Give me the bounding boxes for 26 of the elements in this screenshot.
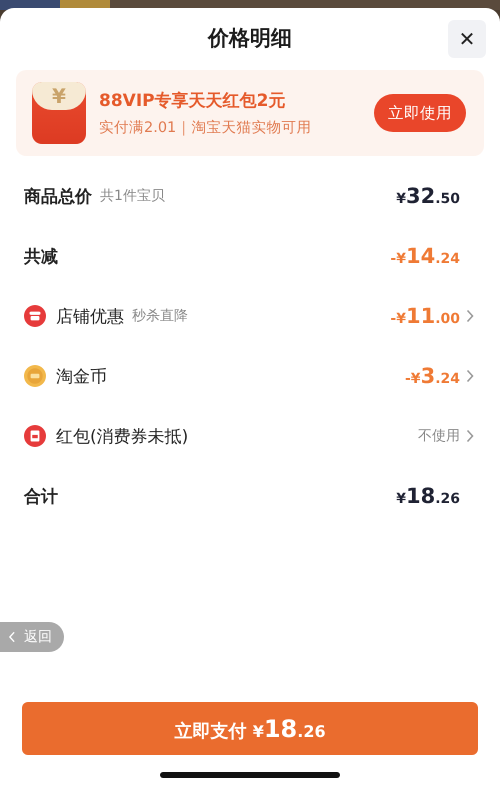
row-note: 秒杀直降 — [132, 307, 188, 325]
coupon-envelope-icon — [24, 425, 46, 447]
row-label: 合计 — [24, 486, 58, 508]
price-amount: ¥32.50 — [396, 184, 460, 208]
price-amount: -¥3.24 — [405, 364, 460, 388]
back-icon — [8, 631, 16, 643]
promo-title: 88VIP专享天天红包2元 — [99, 90, 286, 112]
close-button[interactable]: ✕ — [448, 20, 486, 58]
row-label: 共减 — [24, 246, 58, 268]
envelope-icon: ¥ — [32, 82, 86, 144]
coin-icon — [24, 365, 46, 387]
store-icon — [24, 305, 46, 327]
price-amount: ¥18.26 — [396, 484, 460, 508]
row-label: 店铺优惠 — [56, 306, 124, 328]
sheet-title: 价格明细 — [208, 25, 292, 52]
row-label: 淘金币 — [56, 366, 107, 388]
use-now-button[interactable]: 立即使用 — [374, 94, 466, 132]
row-note: 共1件宝贝 — [100, 187, 165, 205]
promo-subtitle: 实付满2.01｜淘宝天猫实物可用 — [99, 118, 312, 137]
back-button[interactable]: 返回 — [0, 622, 64, 652]
pay-now-button[interactable]: 立即支付 ¥18.26 — [22, 702, 478, 755]
price-amount: -¥11.00 — [390, 304, 460, 328]
price-amount: -¥14.24 — [390, 244, 460, 268]
row-label: 商品总价 — [24, 186, 92, 208]
row-value: 不使用 — [418, 427, 460, 445]
row-label: 红包(消费券未抵) — [56, 426, 188, 448]
